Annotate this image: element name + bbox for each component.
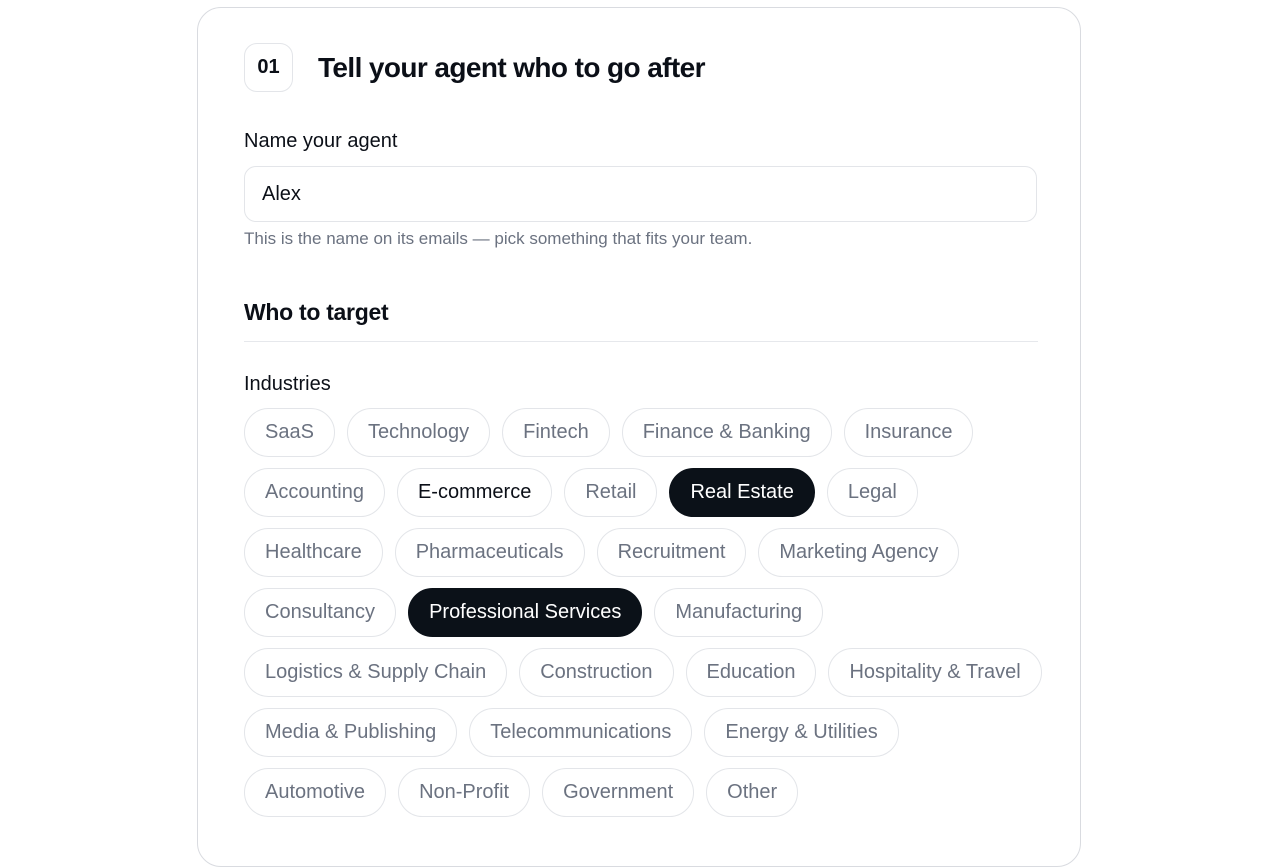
industry-chip-recruitment[interactable]: Recruitment xyxy=(596,528,747,577)
industry-chip-hospitality-and-travel[interactable]: Hospitality & Travel xyxy=(828,648,1042,697)
industries-label: Industries xyxy=(244,373,331,395)
step-number-badge: 01 xyxy=(244,43,293,92)
industry-chip-healthcare[interactable]: Healthcare xyxy=(244,528,383,577)
industry-chip-legal[interactable]: Legal xyxy=(826,468,918,517)
step-header: 01 Tell your agent who to go after xyxy=(244,43,706,92)
agent-name-input[interactable] xyxy=(244,166,1037,222)
industry-chip-telecommunications[interactable]: Telecommunications xyxy=(469,708,693,757)
industry-chip-energy-and-utilities[interactable]: Energy & Utilities xyxy=(704,708,899,757)
industry-chip-logistics-and-supply-chain[interactable]: Logistics & Supply Chain xyxy=(244,648,508,697)
industry-chip-accounting[interactable]: Accounting xyxy=(244,468,385,517)
industry-chip-insurance[interactable]: Insurance xyxy=(843,408,974,457)
industry-chip-retail[interactable]: Retail xyxy=(564,468,658,517)
industry-chip-real-estate[interactable]: Real Estate xyxy=(669,468,815,517)
section-title-who-to-target: Who to target xyxy=(244,299,389,325)
industry-chip-manufacturing[interactable]: Manufacturing xyxy=(654,588,824,637)
industry-chip-government[interactable]: Government xyxy=(542,768,695,817)
agent-name-helper-text: This is the name on its emails — pick so… xyxy=(244,229,753,248)
setup-card: 01 Tell your agent who to go after Name … xyxy=(197,7,1081,867)
industry-chip-media-and-publishing[interactable]: Media & Publishing xyxy=(244,708,458,757)
industry-chip-construction[interactable]: Construction xyxy=(519,648,674,697)
industry-chip-group: SaaS Technology Fintech Finance & Banking In… xyxy=(244,408,1044,817)
industry-chip-consultancy[interactable]: Consultancy xyxy=(244,588,397,637)
industry-chip-education[interactable]: Education xyxy=(685,648,817,697)
agent-name-label: Name your agent xyxy=(244,130,398,152)
industry-chip-finance-and-banking[interactable]: Finance & Banking xyxy=(621,408,832,457)
industry-chip-professional-services[interactable]: Professional Services xyxy=(408,588,643,637)
industry-chip-non-profit[interactable]: Non-Profit xyxy=(398,768,531,817)
industry-chip-pharmaceuticals[interactable]: Pharmaceuticals xyxy=(394,528,585,577)
industry-chip-technology[interactable]: Technology xyxy=(346,408,491,457)
step-title: Tell your agent who to go after xyxy=(318,51,706,83)
industry-chip-saas[interactable]: SaaS xyxy=(244,408,335,457)
section-divider xyxy=(244,341,1038,342)
industry-chip-automotive[interactable]: Automotive xyxy=(244,768,387,817)
industry-chip-other[interactable]: Other xyxy=(706,768,799,817)
industry-chip-fintech[interactable]: Fintech xyxy=(502,408,610,457)
industry-chip-e-commerce[interactable]: E-commerce xyxy=(396,468,553,517)
industry-chip-marketing-agency[interactable]: Marketing Agency xyxy=(758,528,960,577)
